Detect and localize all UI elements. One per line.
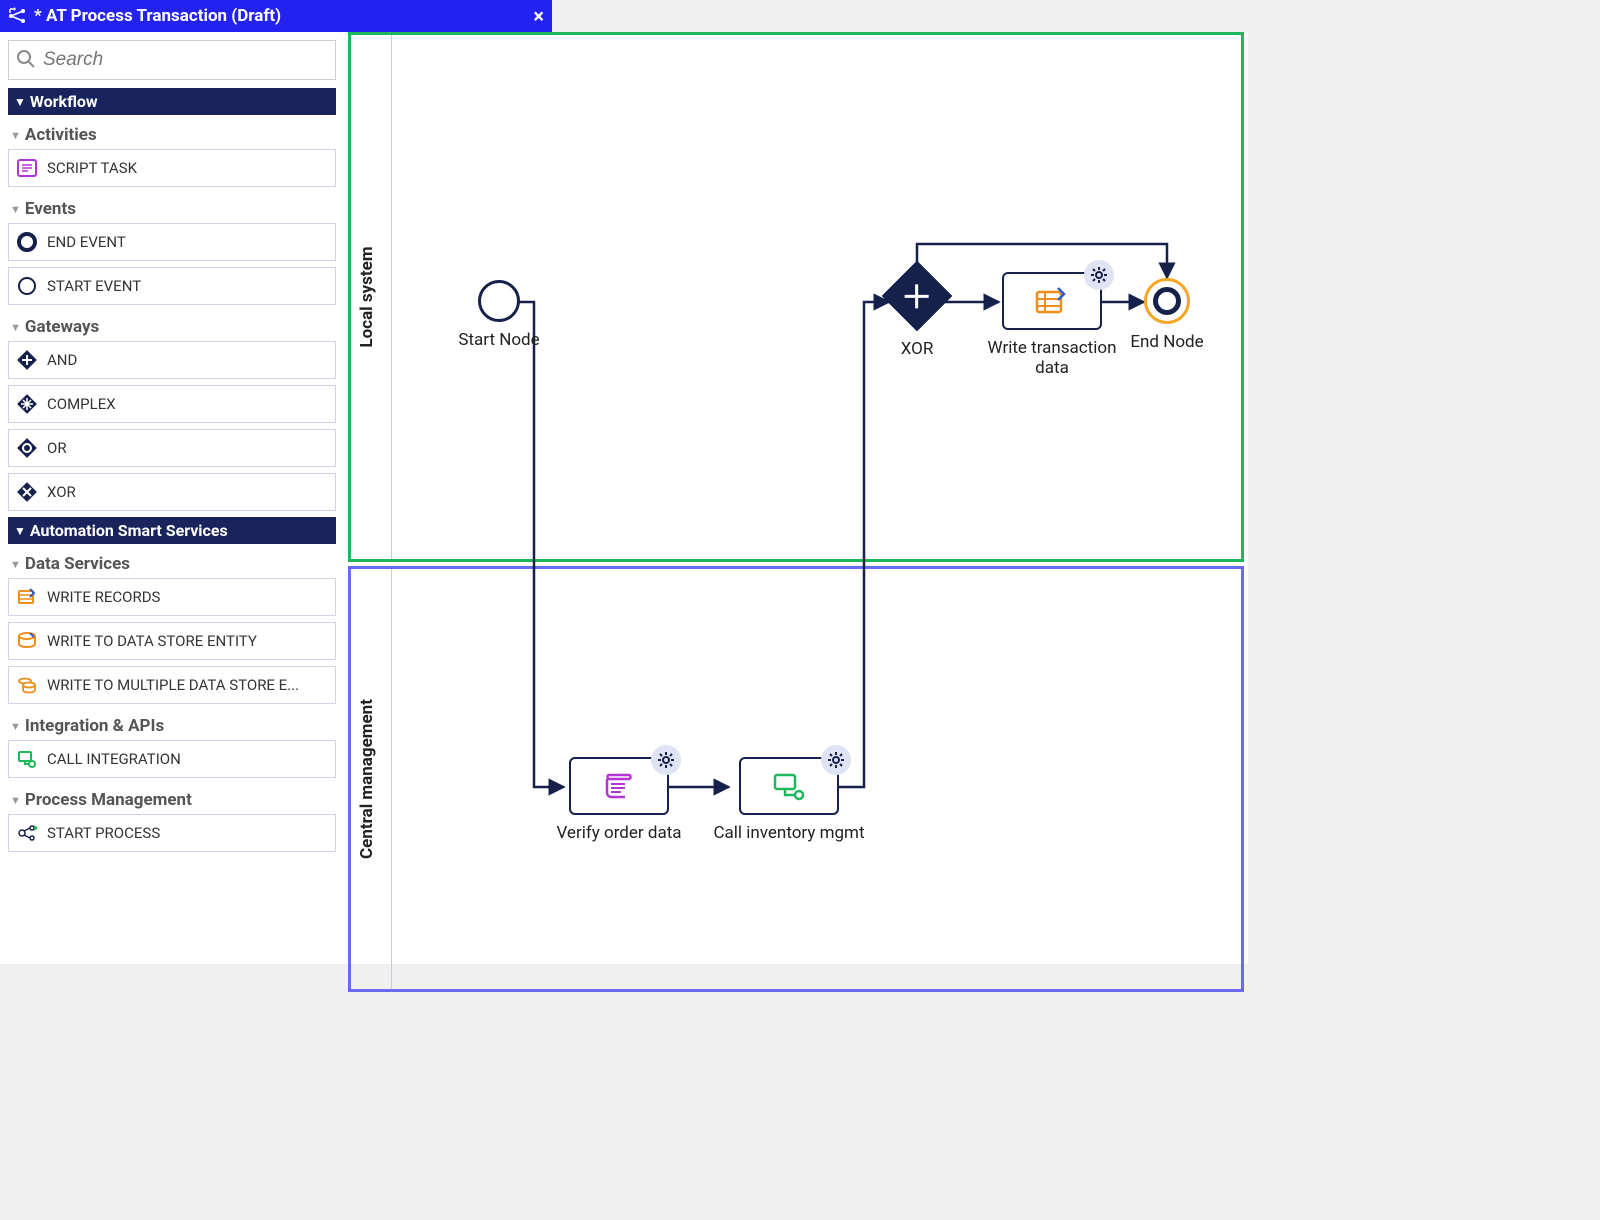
palette-sidebar: ▼Workflow ▼Activities SCRIPT TASK ▼Event…: [0, 32, 344, 964]
node-write-transaction[interactable]: Write transaction data: [972, 272, 1132, 378]
multi-data-store-icon: [15, 673, 39, 697]
task-box: [739, 757, 839, 815]
write-records-icon: [1034, 286, 1070, 316]
group-gateways[interactable]: ▼Gateways: [8, 313, 336, 341]
script-task-icon: [601, 771, 637, 801]
palette-and[interactable]: AND: [8, 341, 336, 379]
palette-write-dse[interactable]: WRITE TO DATA STORE ENTITY: [8, 622, 336, 660]
node-call-inventory[interactable]: Call inventory mgmt: [704, 757, 874, 843]
palette-xor[interactable]: XOR: [8, 473, 336, 511]
and-gateway-icon: [15, 348, 39, 372]
palette-call-integration[interactable]: CALL INTEGRATION: [8, 740, 336, 778]
search-icon: [16, 49, 36, 73]
chevron-down-icon: ▼: [14, 524, 26, 538]
start-event-icon: [15, 274, 39, 298]
node-end[interactable]: End Node: [1122, 278, 1212, 352]
canvas[interactable]: Local system Central management: [344, 32, 1248, 964]
palette-write-records[interactable]: WRITE RECORDS: [8, 578, 336, 616]
node-verify-order[interactable]: Verify order data: [544, 757, 694, 843]
xor-gateway-icon: [882, 261, 953, 332]
section-automation[interactable]: ▼Automation Smart Services: [8, 517, 336, 544]
palette-write-multi-dse[interactable]: WRITE TO MULTIPLE DATA STORE E...: [8, 666, 336, 704]
write-records-icon: [15, 585, 39, 609]
start-event-icon: [478, 280, 520, 322]
search-container: [8, 40, 336, 80]
gear-icon[interactable]: [1084, 260, 1114, 290]
data-store-icon: [15, 629, 39, 653]
title-text: * AT Process Transaction (Draft): [34, 6, 281, 26]
task-box: [1002, 272, 1102, 330]
lane-label-top: Local system: [357, 246, 377, 347]
end-event-icon: [1144, 278, 1190, 324]
task-box: [569, 757, 669, 815]
section-workflow[interactable]: ▼Workflow: [8, 88, 336, 115]
complex-gateway-icon: [15, 392, 39, 416]
group-process-mgmt[interactable]: ▼Process Management: [8, 786, 336, 814]
palette-or[interactable]: OR: [8, 429, 336, 467]
group-events[interactable]: ▼Events: [8, 195, 336, 223]
palette-complex[interactable]: COMPLEX: [8, 385, 336, 423]
search-input[interactable]: [8, 40, 336, 80]
lane-label-bottom: Central management: [357, 699, 377, 859]
node-xor[interactable]: XOR: [882, 271, 952, 359]
gear-icon[interactable]: [651, 745, 681, 775]
node-start[interactable]: Start Node: [439, 280, 559, 350]
palette-start-event[interactable]: START EVENT: [8, 267, 336, 305]
gear-icon[interactable]: [821, 745, 851, 775]
end-event-icon: [15, 230, 39, 254]
group-integration[interactable]: ▼Integration & APIs: [8, 712, 336, 740]
integration-icon: [771, 771, 807, 801]
palette-script-task[interactable]: SCRIPT TASK: [8, 149, 336, 187]
start-process-icon: [15, 821, 39, 845]
palette-end-event[interactable]: END EVENT: [8, 223, 336, 261]
script-task-icon: [15, 156, 39, 180]
or-gateway-icon: [15, 436, 39, 460]
chevron-down-icon: ▼: [14, 95, 26, 109]
xor-gateway-icon: [15, 480, 39, 504]
group-activities[interactable]: ▼Activities: [8, 121, 336, 149]
integration-icon: [15, 747, 39, 771]
close-button[interactable]: ×: [533, 4, 544, 28]
group-data-services[interactable]: ▼Data Services: [8, 550, 336, 578]
palette-start-process[interactable]: START PROCESS: [8, 814, 336, 852]
title-bar: * AT Process Transaction (Draft) ×: [0, 0, 552, 32]
process-model-icon: [8, 7, 26, 25]
